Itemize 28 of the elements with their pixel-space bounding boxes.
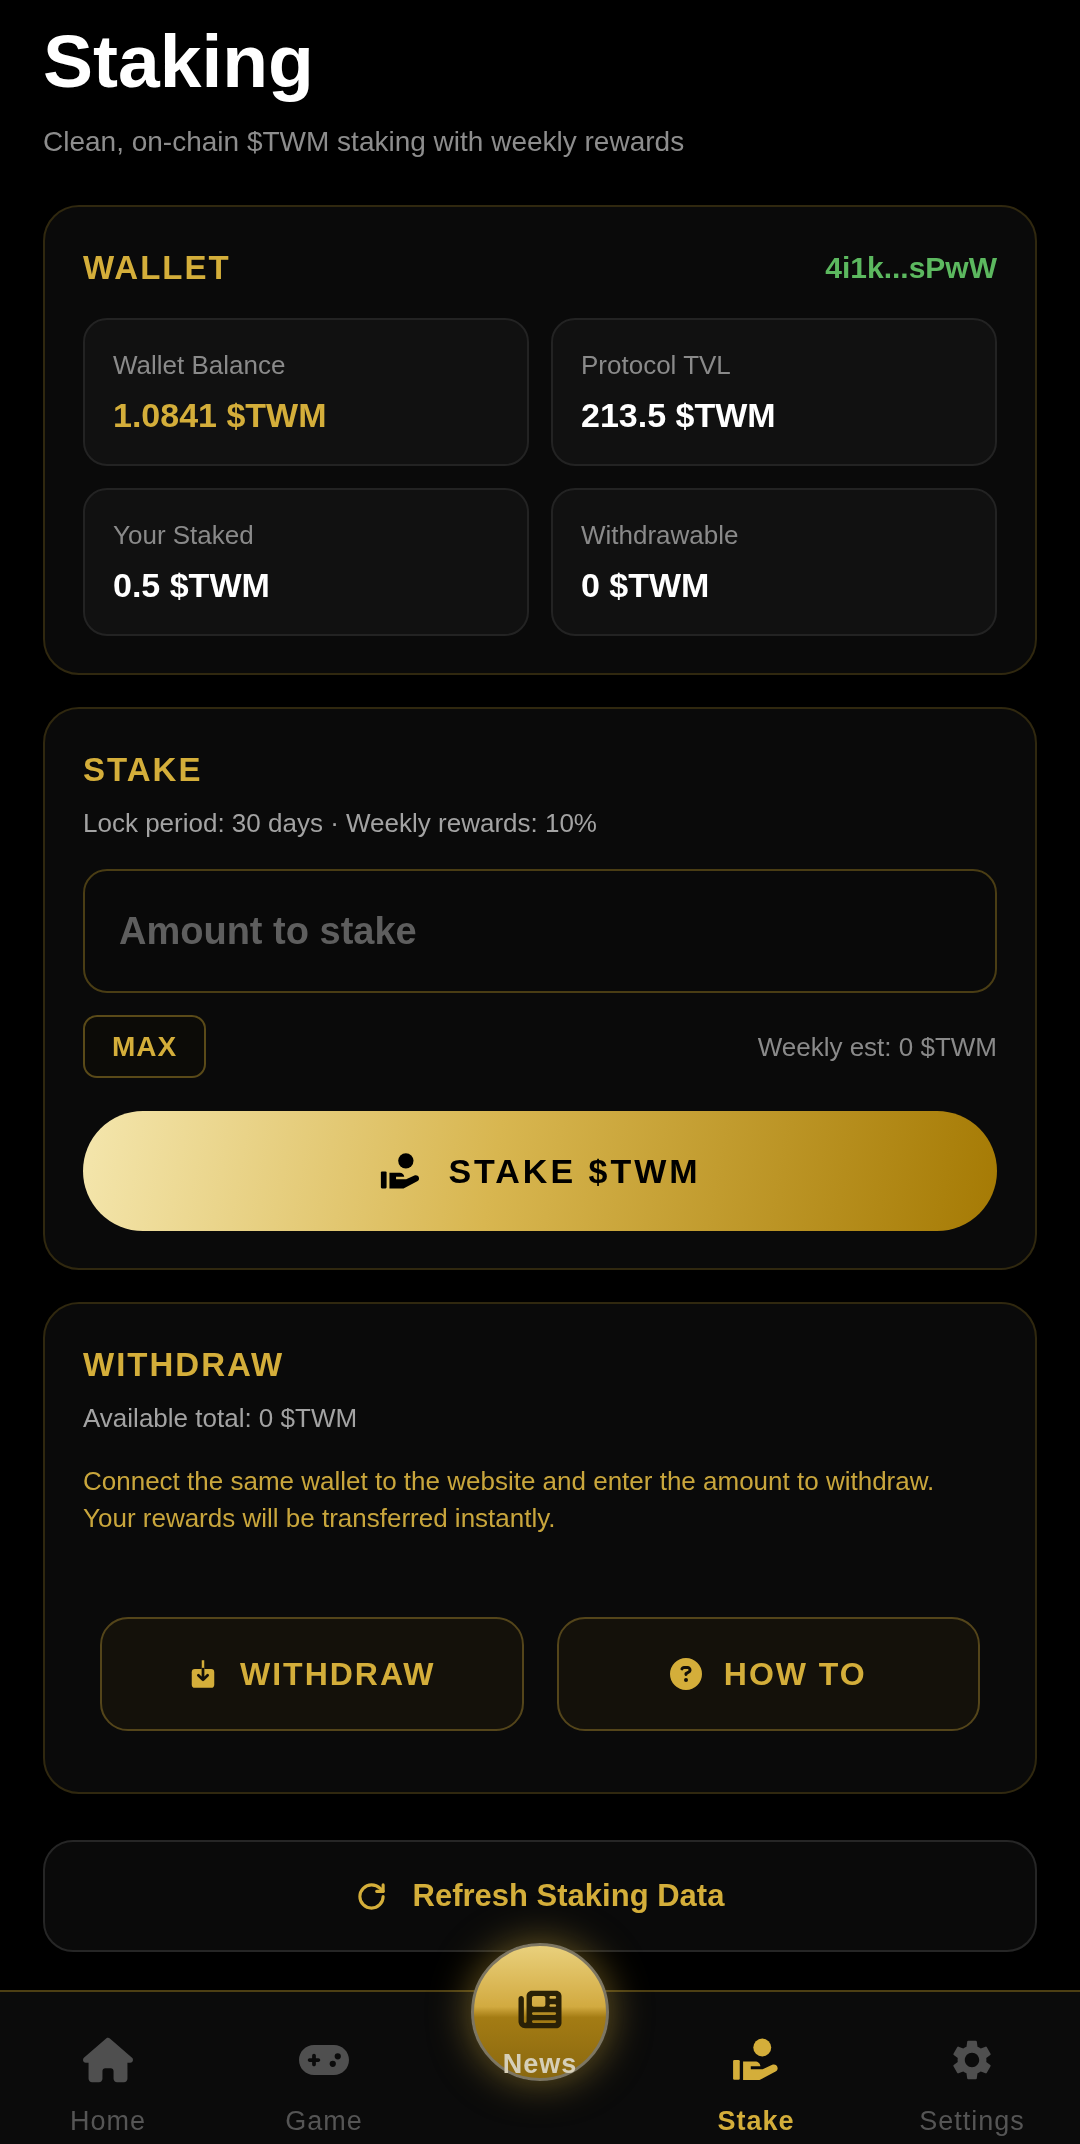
- stat-value: 0.5 $TWM: [113, 565, 271, 605]
- refresh-button[interactable]: Refresh Staking Data: [43, 1840, 1037, 1952]
- withdraw-button[interactable]: WITHDRAW: [100, 1617, 524, 1731]
- amount-field[interactable]: Amount to stake: [83, 869, 997, 993]
- withdraw-note: Connect the same wallet to the website and enter the amount to withdraw. Your rewards will be transferred instantly.: [83, 1465, 936, 1535]
- wallet-address: 4i1k...sPwW: [825, 250, 997, 286]
- stat-label: Protocol TVL: [581, 349, 732, 381]
- nav-item[interactable]: Stake: [648, 1992, 864, 2144]
- section-title: WITHDRAW: [83, 1345, 285, 1385]
- stat-value: 1.0841 $TWM: [113, 395, 328, 435]
- how-to-button[interactable]: HOW TO: [556, 1617, 980, 1731]
- stake-info: Lock period: 30 days · Weekly rewards: 10%: [83, 807, 598, 840]
- home-icon: [83, 2036, 133, 2084]
- stat-label: Your Staked: [113, 519, 255, 551]
- section-title: WALLET: [83, 248, 231, 288]
- stat-label: Wallet Balance: [113, 349, 287, 381]
- stat-label: Withdrawable: [581, 519, 740, 551]
- stat-value: 213.5 $TWM: [581, 395, 777, 435]
- newspaper-icon: [516, 1988, 564, 2031]
- max-button[interactable]: MAX: [83, 1015, 206, 1078]
- help-icon: [669, 1658, 702, 1690]
- section-title: STAKE: [83, 750, 203, 790]
- available-total: Available total: 0 $TWM: [83, 1402, 359, 1435]
- page-subtitle: Clean, on-chain $TWM staking with weekly rewards: [43, 125, 686, 159]
- refresh-icon: [355, 1880, 387, 1912]
- stat-value: 0 $TWM: [581, 565, 711, 605]
- weekly-estimate: Weekly est: 0 $TWM: [757, 1030, 997, 1063]
- stake-button[interactable]: STAKE $TWM: [83, 1111, 997, 1231]
